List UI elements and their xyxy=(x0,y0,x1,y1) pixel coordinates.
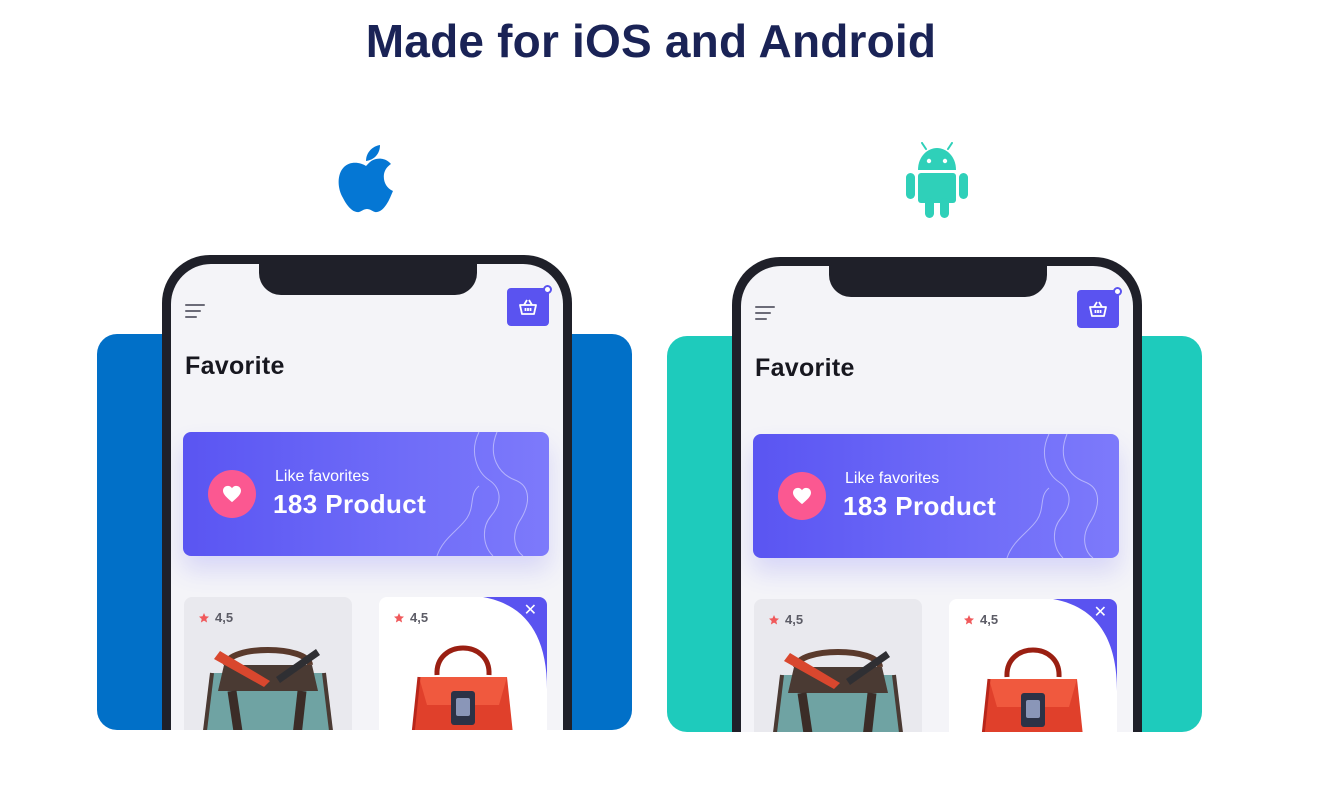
favorites-banner[interactable]: Like favorites 183 Product xyxy=(183,432,549,556)
notification-dot xyxy=(1113,287,1122,296)
phone-notch xyxy=(259,264,477,295)
banner-product-count: 183 Product xyxy=(273,489,427,519)
hamburger-menu-icon[interactable] xyxy=(755,304,777,322)
heart-icon xyxy=(223,485,241,503)
product-card[interactable]: 4,5 xyxy=(184,597,352,730)
rating-value: 4,5 xyxy=(410,610,429,625)
heart-icon xyxy=(793,487,811,505)
phone-screen: Favorite Like favorites 183 Product 4,5 … xyxy=(171,264,563,730)
hamburger-menu-icon[interactable] xyxy=(185,302,207,320)
rating-value: 4,5 xyxy=(785,612,804,627)
remove-favorite-close-icon[interactable]: ✕ xyxy=(1094,605,1107,621)
heart-badge xyxy=(208,470,256,518)
screen-title: Favorite xyxy=(185,352,285,380)
product-rating: 4,5 xyxy=(768,612,803,627)
red-handbag-image xyxy=(379,635,547,730)
banner-product-count: 183 Product xyxy=(843,491,997,521)
android-phone: Favorite Like favorites 183 Product 4,5 … xyxy=(732,257,1142,732)
product-card[interactable]: 4,5 xyxy=(754,599,922,732)
rating-value: 4,5 xyxy=(980,612,999,627)
star-icon xyxy=(198,612,210,624)
product-card[interactable]: 4,5 ✕ xyxy=(379,597,547,730)
product-rating: 4,5 xyxy=(393,610,428,625)
star-icon xyxy=(963,614,975,626)
basket-button[interactable] xyxy=(1077,287,1122,328)
remove-favorite-close-icon[interactable]: ✕ xyxy=(524,603,537,619)
red-handbag-image xyxy=(949,637,1117,732)
banner-subtitle: Like favorites xyxy=(845,470,940,487)
apple-logo-icon xyxy=(338,145,393,213)
heart-badge xyxy=(778,472,826,520)
ios-phone: Favorite Like favorites 183 Product 4,5 … xyxy=(162,255,572,730)
android-showcase: Favorite Like favorites 183 Product 4,5 … xyxy=(666,0,1206,796)
product-card[interactable]: 4,5 ✕ xyxy=(949,599,1117,732)
favorites-banner[interactable]: Like favorites 183 Product xyxy=(753,434,1119,558)
wave-pattern-decoration xyxy=(436,432,528,556)
apple-logo-leaf xyxy=(366,145,380,161)
star-icon xyxy=(768,614,780,626)
basket-icon xyxy=(519,299,537,315)
phone-notch xyxy=(829,266,1047,297)
basket-button[interactable] xyxy=(507,285,552,326)
star-icon xyxy=(393,612,405,624)
basket-icon xyxy=(1089,301,1107,317)
notification-dot xyxy=(543,285,552,294)
product-rating: 4,5 xyxy=(198,610,233,625)
teal-handbag-image xyxy=(184,635,352,730)
product-rating: 4,5 xyxy=(963,612,998,627)
android-robot-icon xyxy=(906,142,968,218)
banner-subtitle: Like favorites xyxy=(275,468,370,485)
wave-pattern-decoration xyxy=(1006,434,1098,558)
apple-logo-body xyxy=(338,158,393,213)
screen-title: Favorite xyxy=(755,354,855,382)
teal-handbag-image xyxy=(754,637,922,732)
ios-showcase: Favorite Like favorites 183 Product 4,5 … xyxy=(96,0,636,796)
rating-value: 4,5 xyxy=(215,610,234,625)
phone-screen: Favorite Like favorites 183 Product 4,5 … xyxy=(741,266,1133,732)
